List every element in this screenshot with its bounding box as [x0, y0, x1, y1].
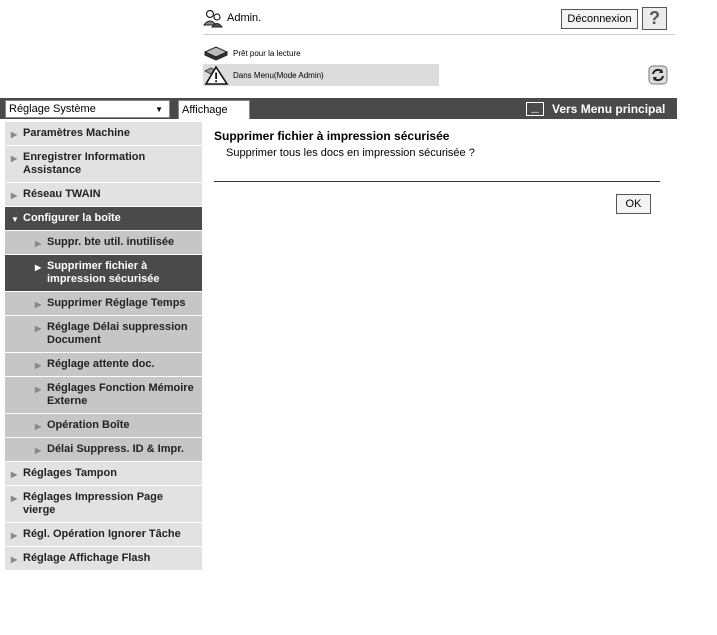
arrow-right-icon: ▶	[35, 385, 42, 394]
system-settings-select[interactable]: Réglage Système ▼	[5, 100, 170, 118]
sidebar-item-label: Supprimer Réglage Temps	[47, 297, 186, 309]
sidebar-item-label: Réglages Fonction Mémoire Externe	[47, 382, 194, 407]
sidebar-subitem-document-hold[interactable]: ▶ Réglage attente doc.	[5, 353, 202, 377]
sidebar-item-label: Réglages Tampon	[23, 467, 117, 479]
arrow-right-icon: ▶	[35, 361, 42, 370]
arrow-right-icon: ▶	[35, 239, 42, 248]
status-menu-text: Dans Menu(Mode Admin)	[233, 70, 324, 80]
sidebar: ▶ Paramètres Machine ▶ Enregistrer Infor…	[5, 122, 202, 571]
sidebar-item-label: Délai Suppress. ID & Impr.	[47, 443, 184, 455]
status-ready: Prêt pour la lecture	[203, 44, 301, 62]
sidebar-item-label: Paramètres Machine	[23, 127, 130, 139]
arrow-right-icon: ▶	[35, 263, 42, 272]
refresh-icon	[648, 65, 668, 88]
arrow-right-icon: ▶	[11, 555, 18, 564]
menu-icon: ....	[526, 102, 544, 116]
refresh-button[interactable]	[647, 65, 669, 87]
sidebar-item-stamp-settings[interactable]: ▶ Réglages Tampon	[5, 462, 202, 486]
sidebar-item-label: Configurer la boîte	[23, 212, 121, 224]
admin-indicator: Admin.	[202, 7, 262, 29]
sidebar-item-label: Suppr. bte util. inutilisée	[47, 236, 175, 248]
sidebar-subitem-delete-time-setting[interactable]: ▶ Supprimer Réglage Temps	[5, 292, 202, 316]
ok-button[interactable]: OK	[616, 194, 651, 214]
arrow-right-icon: ▶	[11, 130, 18, 139]
sidebar-item-label: Réseau TWAIN	[23, 188, 101, 200]
system-select-value: Réglage Système	[9, 103, 96, 115]
sidebar-item-label: Supprimer fichier à impression sécurisée	[47, 260, 160, 285]
sidebar-item-machine-params[interactable]: ▶ Paramètres Machine	[5, 122, 202, 146]
sidebar-item-label: Réglages Impression Page vierge	[23, 491, 163, 516]
help-button[interactable]: ?	[642, 7, 667, 30]
arrow-right-icon: ▶	[11, 531, 18, 540]
status-menu: Dans Menu(Mode Admin)	[203, 64, 439, 86]
sidebar-item-label: Opération Boîte	[47, 419, 130, 431]
sidebar-subitem-box-operation[interactable]: ▶ Opération Boîte	[5, 414, 202, 438]
sidebar-item-flash-display[interactable]: ▶ Réglage Affichage Flash	[5, 547, 202, 571]
sidebar-item-assistance-info[interactable]: ▶ Enregistrer Information Assistance	[5, 146, 202, 183]
status-ready-text: Prêt pour la lecture	[233, 48, 301, 58]
sidebar-item-label: Réglage Affichage Flash	[23, 552, 151, 564]
sidebar-item-label: Régl. Opération Ignorer Tâche	[23, 528, 181, 540]
arrow-right-icon: ▶	[35, 300, 42, 309]
page-description: Supprimer tous les docs en impression sé…	[226, 147, 475, 159]
sidebar-item-configure-box[interactable]: ▼ Configurer la boîte	[5, 207, 202, 231]
admin-user-icon	[202, 8, 223, 28]
sidebar-item-label: Réglage Délai suppression Document	[47, 321, 188, 346]
warning-icon	[203, 65, 229, 85]
arrow-right-icon: ▶	[11, 470, 18, 479]
sidebar-subitem-external-memory[interactable]: ▶ Réglages Fonction Mémoire Externe	[5, 377, 202, 414]
sidebar-item-label: Réglage attente doc.	[47, 358, 155, 370]
admin-label: Admin.	[227, 12, 262, 24]
tab-affichage[interactable]: Affichage	[178, 100, 250, 119]
sidebar-subitem-id-print-delete-delay[interactable]: ▶ Délai Suppress. ID & Impr.	[5, 438, 202, 462]
arrow-right-icon: ▶	[35, 446, 42, 455]
sidebar-item-label: Enregistrer Information Assistance	[23, 151, 146, 176]
main-menu-link[interactable]: .... Vers Menu principal	[526, 100, 665, 118]
arrow-down-icon: ▼	[11, 215, 19, 224]
arrow-right-icon: ▶	[35, 422, 42, 431]
sidebar-subitem-delete-secure-print[interactable]: ▶ Supprimer fichier à impression sécuris…	[5, 255, 202, 292]
page-title: Supprimer fichier à impression sécurisée	[214, 129, 450, 143]
arrow-right-icon: ▶	[35, 324, 42, 333]
sidebar-subitem-document-delete-delay[interactable]: ▶ Réglage Délai suppression Document	[5, 316, 202, 353]
sidebar-item-twain-network[interactable]: ▶ Réseau TWAIN	[5, 183, 202, 207]
arrow-right-icon: ▶	[11, 494, 18, 503]
sidebar-item-skip-job-operation[interactable]: ▶ Régl. Opération Ignorer Tâche	[5, 523, 202, 547]
arrow-right-icon: ▶	[11, 191, 18, 200]
logout-button[interactable]: Déconnexion	[561, 9, 638, 29]
arrow-right-icon: ▶	[11, 154, 18, 163]
main-menu-label: Vers Menu principal	[552, 102, 666, 116]
header-divider	[203, 34, 675, 35]
printer-icon	[203, 44, 229, 62]
content-divider	[214, 181, 660, 182]
chevron-down-icon: ▼	[155, 105, 163, 114]
sidebar-subitem-delete-unused-box[interactable]: ▶ Suppr. bte util. inutilisée	[5, 231, 202, 255]
sidebar-item-blank-page-print[interactable]: ▶ Réglages Impression Page vierge	[5, 486, 202, 523]
